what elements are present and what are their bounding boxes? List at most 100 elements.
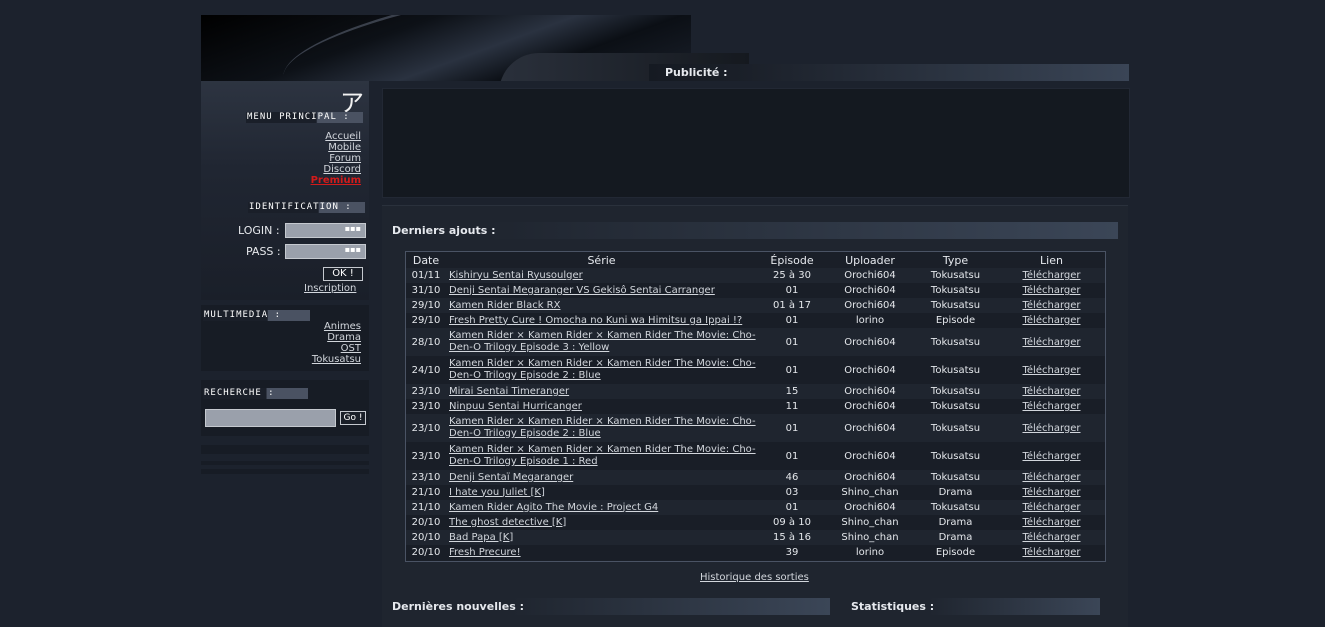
title-gradient [929, 598, 1100, 615]
table-cell: 31/10 [406, 283, 446, 298]
row-download-link[interactable]: Télécharger [1022, 451, 1080, 462]
row-serie-link[interactable]: Ninpuu Sentai Hurricanger [449, 401, 582, 412]
sidebar-stripe [201, 469, 369, 474]
history-link[interactable]: Historique des sorties [700, 572, 809, 583]
row-type: Drama [938, 487, 973, 498]
row-type: Tokusatsu [930, 450, 981, 462]
sidebar-stripe [201, 461, 369, 465]
row-download-link[interactable]: Télécharger [1022, 386, 1080, 397]
row-download-link[interactable]: Télécharger [1022, 285, 1080, 296]
row-serie-link[interactable]: Mirai Sentai Timeranger [449, 386, 569, 397]
menu-item-discord[interactable]: Discord [323, 164, 361, 175]
column-header-serie: Série [587, 253, 616, 267]
table-cell: Fresh Precure! [446, 545, 757, 560]
row-episode: 39 [785, 547, 799, 558]
row-serie-link[interactable]: Fresh Pretty Cure ! Omocha no Kuni wa Hi… [449, 315, 742, 326]
table-cell: Télécharger [998, 442, 1105, 470]
table-cell: 39 [757, 545, 827, 560]
multimedia-item-tokusatsu[interactable]: Tokusatsu [312, 354, 361, 365]
publicite-label: Publicité : [665, 66, 728, 79]
table-cell: 01 [757, 313, 827, 328]
table-cell: 01 à 17 [757, 298, 827, 313]
row-download-link[interactable]: Télécharger [1022, 502, 1080, 513]
multimedia-item-ost[interactable]: OST [341, 343, 361, 354]
row-download-link[interactable]: Télécharger [1022, 337, 1080, 348]
row-serie-link[interactable]: The ghost detective [K] [449, 517, 566, 528]
row-download-link[interactable]: Télécharger [1022, 270, 1080, 281]
search-input[interactable] [205, 409, 336, 427]
table-cell: 01 [757, 414, 827, 442]
advertisement-area [382, 88, 1130, 198]
row-uploader: Shino_chan [841, 517, 899, 528]
row-serie-link[interactable]: Denji Sentaï Megaranger [449, 472, 573, 483]
table-cell: Orochi604 [827, 442, 913, 470]
column-header-lien: Lien [1040, 253, 1063, 267]
row-serie-link[interactable]: Fresh Precure! [449, 547, 521, 558]
login-input[interactable]: ▪▪▪ [285, 223, 366, 238]
row-serie-link[interactable]: Kamen Rider × Kamen Rider × Kamen Rider … [449, 330, 756, 353]
multimedia-item-drama[interactable]: Drama [327, 332, 361, 343]
row-date: 28/10 [411, 336, 441, 348]
row-date: 20/10 [411, 517, 441, 528]
menu-item-premium[interactable]: Premium [311, 175, 361, 186]
identification-title: IDENTIFICATION : [248, 202, 365, 213]
row-download-link[interactable]: Télécharger [1022, 532, 1080, 543]
row-date: 23/10 [411, 472, 441, 483]
row-uploader: Orochi604 [844, 450, 896, 462]
table-row: 20/10 Fresh Precure! 39 lorino Episode Téléch… [406, 545, 1105, 560]
row-download-link[interactable]: Télécharger [1022, 487, 1080, 498]
row-uploader: Orochi604 [844, 364, 896, 376]
row-type: Drama [938, 532, 973, 543]
row-download-link[interactable]: Télécharger [1022, 401, 1080, 412]
table-cell: Télécharger [998, 356, 1105, 384]
table-cell: 15 [757, 384, 827, 399]
table-cell: 01 [757, 283, 827, 298]
row-download-link[interactable]: Télécharger [1022, 365, 1080, 376]
row-download-link[interactable]: Télécharger [1022, 315, 1080, 326]
table-cell: Fresh Pretty Cure ! Omocha no Kuni wa Hi… [446, 313, 757, 328]
row-type: Tokusatsu [930, 364, 981, 376]
table-cell: 01 [757, 500, 827, 515]
row-serie-link[interactable]: Bad Papa [K] [449, 532, 513, 543]
table-cell: Tokusatsu [913, 328, 998, 356]
menu-item-mobile[interactable]: Mobile [328, 142, 361, 153]
row-serie-link[interactable]: Kamen Rider × Kamen Rider × Kamen Rider … [449, 358, 756, 381]
multimedia-menu: Animes Drama OST Tokusatsu [200, 321, 361, 365]
table-cell: 25 à 30 [757, 268, 827, 283]
ok-button[interactable]: OK ! [323, 267, 363, 281]
row-download-link[interactable]: Télécharger [1022, 547, 1080, 558]
row-episode: 01 à 17 [773, 300, 811, 311]
table-row: 21/10 Kamen Rider Agito The Movie : Proje… [406, 500, 1105, 515]
password-input[interactable]: ▪▪▪ [285, 244, 366, 259]
row-download-link[interactable]: Télécharger [1022, 472, 1080, 483]
table-cell: Orochi604 [827, 399, 913, 414]
row-serie-link[interactable]: Kishiryu Sentai Ryusoulger [449, 270, 583, 281]
row-download-link[interactable]: Télécharger [1022, 517, 1080, 528]
row-uploader: Shino_chan [841, 532, 899, 543]
table-cell: 01 [757, 442, 827, 470]
row-episode: 01 [785, 502, 799, 513]
row-serie-link[interactable]: Kamen Rider Black RX [449, 300, 560, 311]
menu-item-forum[interactable]: Forum [329, 153, 361, 164]
table-cell: Ninpuu Sentai Hurricanger [446, 399, 757, 414]
multimedia-item-animes[interactable]: Animes [324, 321, 361, 332]
row-serie-link[interactable]: Kamen Rider × Kamen Rider × Kamen Rider … [449, 444, 756, 467]
inscription-link[interactable]: Inscription [304, 283, 356, 294]
row-serie-link[interactable]: Kamen Rider × Kamen Rider × Kamen Rider … [449, 416, 756, 439]
menu-item-accueil[interactable]: Accueil [325, 131, 361, 142]
table-row: 01/11 Kishiryu Sentai Ryusoulger 25 à 30 Or… [406, 268, 1105, 283]
title-gradient [512, 598, 830, 615]
row-download-link[interactable]: Télécharger [1022, 423, 1080, 434]
row-serie-link[interactable]: Denji Sentai Megaranger VS Gekisô Sentai… [449, 285, 715, 296]
table-cell: Denji Sentai Megaranger VS Gekisô Sentai… [446, 283, 757, 298]
table-cell: Kishiryu Sentai Ryusoulger [446, 268, 757, 283]
row-serie-link[interactable]: Kamen Rider Agito The Movie : Project G4 [449, 502, 658, 513]
table-cell: 11 [757, 399, 827, 414]
row-serie-link[interactable]: I hate you Juliet [K] [449, 487, 545, 498]
table-row: 20/10 Bad Papa [K] 15 à 16 Shino_chan Drama T… [406, 530, 1105, 545]
search-go-button[interactable]: Go ! [340, 411, 366, 425]
table-cell: 01/11 [406, 268, 446, 283]
row-date: 29/10 [411, 315, 441, 326]
publicite-bar: Publicité : [649, 64, 1129, 81]
row-download-link[interactable]: Télécharger [1022, 300, 1080, 311]
